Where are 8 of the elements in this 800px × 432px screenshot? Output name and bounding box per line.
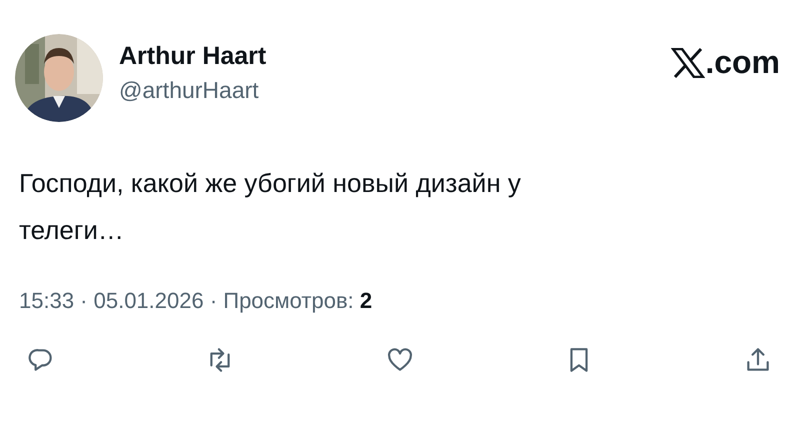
tweet-text: Господи, какой же убогий новый дизайн у телеги…	[19, 167, 522, 247]
share-icon[interactable]	[744, 346, 772, 374]
author-name[interactable]: Arthur Haart	[119, 42, 266, 71]
site-name: .com	[705, 44, 780, 81]
author-handle[interactable]: @arthurHaart	[119, 77, 266, 104]
tweet-meta: 15:33 · 05.01.2026 · Просмотров: 2	[19, 288, 374, 314]
comment-icon[interactable]	[27, 346, 55, 374]
x-logo-icon	[671, 48, 706, 78]
